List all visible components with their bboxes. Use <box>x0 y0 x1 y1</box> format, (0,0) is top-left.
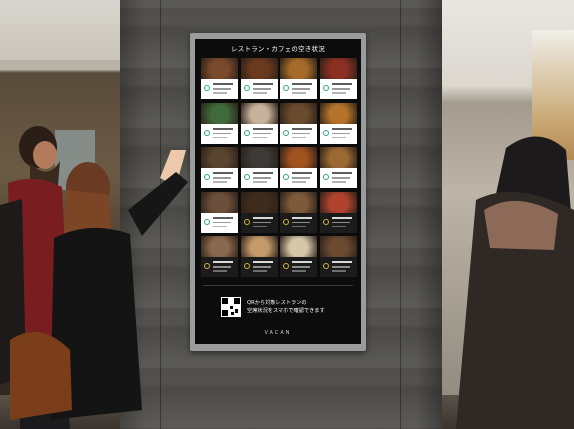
availability-icon <box>283 85 289 91</box>
food-photo <box>201 147 238 168</box>
availability-icon <box>243 263 250 269</box>
food-photo <box>240 191 278 213</box>
mall-ceiling-band <box>0 60 130 70</box>
availability-icon <box>283 218 289 225</box>
food-photo <box>240 236 278 257</box>
food-photo <box>319 102 357 124</box>
restaurant-tile <box>280 147 317 188</box>
restaurant-status <box>319 123 357 144</box>
availability-icon <box>322 174 329 180</box>
signage-title: レストラン・カフェの空き状況 <box>231 45 325 53</box>
restaurant-tile <box>201 191 238 233</box>
availability-icon <box>243 129 250 136</box>
availability-icon <box>204 218 210 225</box>
availability-icon <box>243 85 250 91</box>
food-photo <box>201 58 238 79</box>
person-in-coat-foreground <box>456 136 574 429</box>
restaurant-status <box>201 257 238 277</box>
availability-icon <box>283 174 289 180</box>
restaurant-status <box>201 123 238 144</box>
restaurant-tile <box>319 147 357 188</box>
food-photo <box>319 58 357 79</box>
qr-instruction-line2: 空席状況をスマホで確認できます <box>247 308 325 314</box>
digital-signage-screen: レストラン・カフェの空き状況 QRから対象レストランの 空席状況をスマホで確認で… <box>195 39 361 344</box>
pillar-seam <box>400 0 401 429</box>
availability-icon <box>204 174 210 180</box>
availability-icon <box>322 129 329 136</box>
qr-code-icon <box>221 297 241 317</box>
restaurant-status <box>280 257 317 277</box>
food-photo <box>280 236 317 257</box>
availability-icon <box>204 85 210 91</box>
brand-logo: VACAN <box>264 330 292 336</box>
restaurant-tile <box>280 102 317 144</box>
restaurant-tile <box>240 147 278 188</box>
availability-icon <box>322 218 329 225</box>
restaurant-status <box>280 79 317 99</box>
restaurant-status <box>319 79 357 99</box>
food-photo <box>319 236 357 257</box>
restaurant-status <box>240 212 278 233</box>
availability-icon <box>322 85 329 91</box>
restaurant-status <box>280 123 317 144</box>
qr-instruction-line1: QRから対象レストランの <box>247 300 307 306</box>
food-photo <box>201 236 238 257</box>
restaurant-status <box>201 212 238 233</box>
woman-pointing-at-screen <box>10 150 188 420</box>
food-photo <box>319 191 357 213</box>
restaurant-status <box>240 79 278 99</box>
restaurant-status <box>201 168 238 188</box>
availability-icon <box>204 263 210 269</box>
food-photo <box>280 102 317 124</box>
restaurant-status <box>201 79 238 99</box>
availability-icon <box>283 129 289 136</box>
restaurant-status <box>319 212 357 233</box>
restaurant-tile <box>201 236 238 277</box>
food-photo <box>240 147 278 168</box>
restaurant-tile <box>319 58 357 99</box>
food-photo <box>280 58 317 79</box>
restaurant-status <box>319 257 357 277</box>
restaurant-tile <box>240 102 278 144</box>
restaurant-tile <box>201 58 238 99</box>
food-photo <box>280 147 317 168</box>
restaurant-status <box>280 212 317 233</box>
food-photo <box>240 58 278 79</box>
photo-scene: レストラン・カフェの空き状況 QRから対象レストランの 空席状況をスマホで確認で… <box>0 0 574 429</box>
availability-icon <box>204 129 210 136</box>
food-photo <box>201 191 238 213</box>
restaurant-tile <box>319 191 357 233</box>
restaurant-tile <box>240 191 278 233</box>
restaurant-tile <box>280 236 317 277</box>
restaurant-tile <box>319 236 357 277</box>
food-photo <box>201 102 238 124</box>
restaurant-tile <box>280 191 317 233</box>
signage-divider <box>203 285 353 286</box>
restaurant-tile <box>201 102 238 144</box>
restaurant-tile <box>240 58 278 99</box>
restaurant-tile <box>201 147 238 188</box>
restaurant-status <box>240 168 278 188</box>
food-photo <box>319 147 357 168</box>
restaurant-status <box>240 123 278 144</box>
qr-instruction: QRから対象レストランの 空席状況をスマホで確認できます <box>247 299 357 315</box>
availability-icon <box>243 174 250 180</box>
availability-icon <box>243 218 250 225</box>
restaurant-status <box>240 257 278 277</box>
restaurant-tile <box>319 102 357 144</box>
restaurant-status <box>280 168 317 188</box>
food-photo <box>240 102 278 124</box>
restaurant-tile <box>240 236 278 277</box>
availability-icon <box>322 263 329 269</box>
food-photo <box>280 191 317 213</box>
restaurant-status <box>319 168 357 188</box>
availability-icon <box>283 263 289 269</box>
restaurant-tile <box>280 58 317 99</box>
